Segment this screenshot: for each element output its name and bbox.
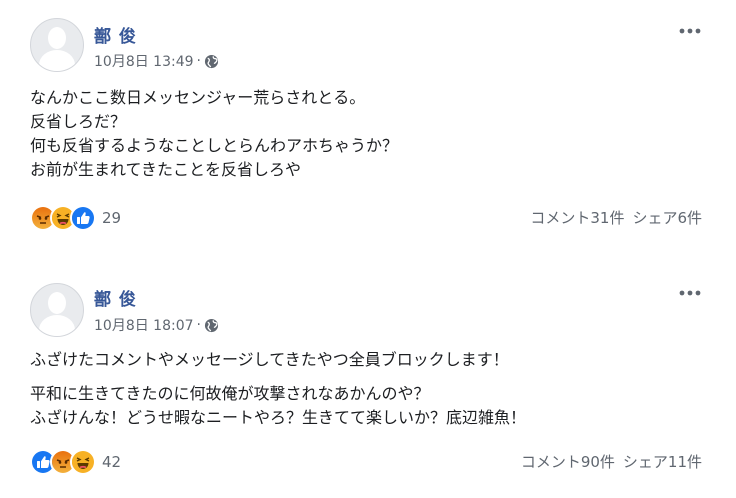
post-timestamp[interactable]: 10月8日 18:07 <box>94 315 194 335</box>
avatar-body-shape <box>39 315 75 336</box>
post-meta: 10月8日 13:49 · <box>94 51 219 71</box>
post-text-line: なんかここ数日メッセンジャー荒らされとる。 <box>30 88 366 107</box>
post-text-line: ふざけたコメントやメッセージしてきたやつ全員ブロックします！ <box>30 350 509 369</box>
avatar[interactable] <box>30 283 84 337</box>
reaction-count[interactable]: 42 <box>102 453 121 471</box>
shares-count-link[interactable]: シェア11件 <box>623 453 702 471</box>
post-text-line: 平和に生きてきたのに何故俺が攻撃されなあかんのや？ <box>30 384 430 403</box>
reactions-summary[interactable]: 42 <box>30 449 121 475</box>
post-text-line: お前が生まれてきたことを反省しろや <box>30 160 302 179</box>
engagement-summary: コメント90件 シェア11件 <box>521 451 702 472</box>
meta-separator: · <box>196 317 201 333</box>
post: 鄯 俊 10月8日 13:49 · なんかここ数日メッセンジャー荒らされとる。 … <box>0 0 736 250</box>
more-options-icon[interactable] <box>678 26 702 36</box>
post-meta: 10月8日 18:07 · <box>94 315 219 335</box>
engagement-summary: コメント31件 シェア6件 <box>530 207 702 228</box>
post-text-line: 反省しろだ？ <box>30 112 127 131</box>
author-name[interactable]: 鄯 俊 <box>94 22 137 47</box>
meta-separator: · <box>196 53 201 69</box>
comments-count-link[interactable]: コメント31件 <box>530 209 624 227</box>
globe-icon[interactable] <box>204 54 219 69</box>
more-options-icon[interactable] <box>678 288 702 298</box>
post-body: ふざけたコメントやメッセージしてきたやつ全員ブロックします！ 平和に生きてきたの… <box>30 348 526 430</box>
post-text-line: 何も反省するようなことしとらんわアホちゃうか？ <box>30 136 399 155</box>
reaction-count[interactable]: 29 <box>102 209 121 227</box>
haha-reaction-icon <box>70 449 96 475</box>
post-timestamp[interactable]: 10月8日 13:49 <box>94 51 194 71</box>
comments-count-link[interactable]: コメント90件 <box>521 453 615 471</box>
post-body: なんかここ数日メッセンジャー荒らされとる。 反省しろだ？ 何も反省するようなこと… <box>30 86 398 182</box>
avatar[interactable] <box>30 18 84 72</box>
author-name[interactable]: 鄯 俊 <box>94 285 137 310</box>
avatar-head-shape <box>48 292 66 314</box>
globe-icon[interactable] <box>204 318 219 333</box>
post: 鄯 俊 10月8日 18:07 · ふざけたコメントやメッセージしてきたやつ全員… <box>0 268 736 498</box>
shares-count-link[interactable]: シェア6件 <box>632 209 702 227</box>
avatar-body-shape <box>39 50 75 71</box>
reactions-summary[interactable]: 29 <box>30 205 121 231</box>
like-reaction-icon <box>70 205 96 231</box>
post-text-line: ふざけんな！どうせ暇なニートやろ？生きてて楽しいか？底辺雑魚！ <box>30 408 527 427</box>
avatar-head-shape <box>48 27 66 49</box>
